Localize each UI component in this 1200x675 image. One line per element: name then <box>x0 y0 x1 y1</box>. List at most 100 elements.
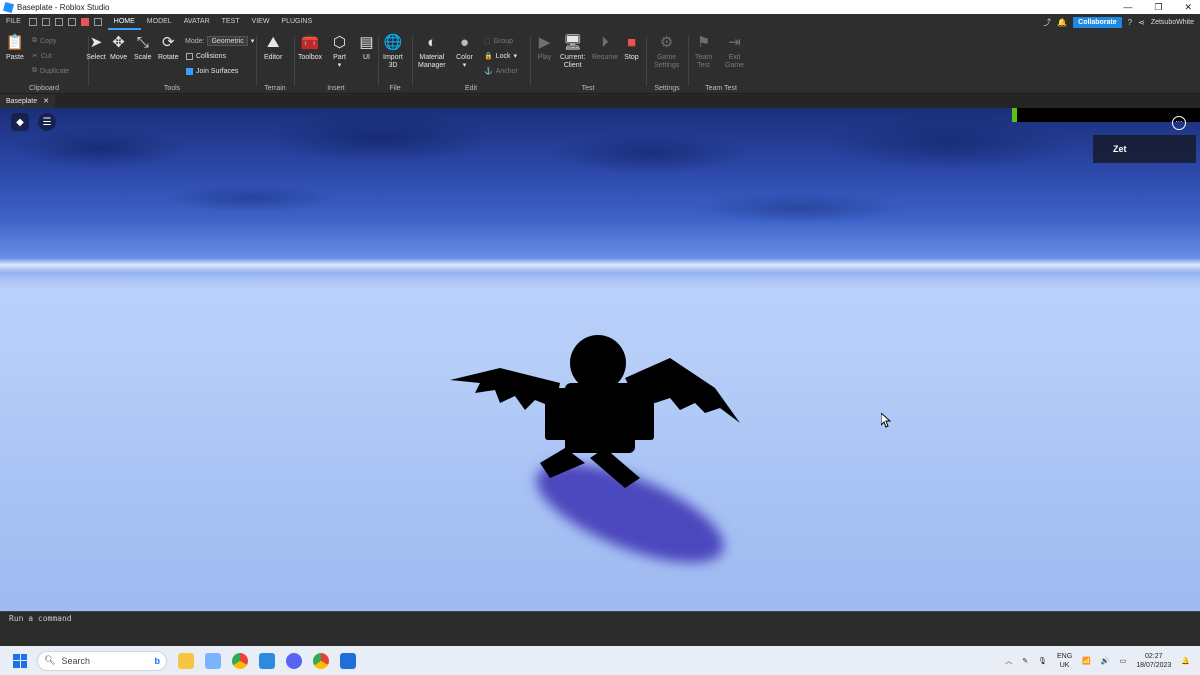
discord-icon[interactable] <box>286 652 302 669</box>
collisions-checkbox[interactable]: Collisions <box>186 53 226 60</box>
document-tab-bar: Baseplate ✕ <box>0 95 1200 108</box>
join-surfaces-checkbox[interactable]: Join Surfaces <box>186 68 238 75</box>
move-button[interactable]: ✥ Move <box>110 34 127 62</box>
resume-icon: ⏵ <box>601 33 609 51</box>
insert-label: Insert <box>327 85 345 92</box>
duplicate-button[interactable]: ⧉ Duplicate <box>32 67 69 75</box>
more-options-icon[interactable]: ⋯ <box>1172 116 1186 130</box>
close-icon[interactable]: ✕ <box>1184 0 1192 14</box>
collaborate-button[interactable]: Collaborate <box>1073 16 1122 28</box>
roblox-studio-taskbar-icon[interactable] <box>259 652 275 669</box>
microphone-icon[interactable]: 🎙 <box>1038 657 1047 665</box>
cut-button[interactable]: ✂ Cut <box>32 52 52 61</box>
settings-label: Settings <box>654 85 680 92</box>
part-button[interactable]: ⬡ Part ▾ <box>331 34 348 70</box>
output-area <box>0 624 1200 646</box>
mode-dropdown[interactable]: Geometric <box>207 36 248 46</box>
share-network-icon[interactable]: ⋖ <box>1138 18 1145 27</box>
clock[interactable]: 02:27 18/07/2023 <box>1136 652 1171 670</box>
ui-button[interactable]: ▤ UI <box>358 34 375 62</box>
help-icon[interactable]: ? <box>1128 18 1132 27</box>
terrain-label: Terrain <box>264 85 286 92</box>
chrome-profile-icon[interactable] <box>313 652 329 669</box>
stop-icon[interactable] <box>80 18 89 26</box>
select-button[interactable]: ➤ Select <box>86 33 105 62</box>
language-indicator[interactable]: ENG UK <box>1057 652 1072 670</box>
volume-icon[interactable]: 🔊 <box>1101 657 1110 665</box>
file-explorer-icon[interactable] <box>178 652 194 669</box>
notification-bell-icon[interactable]: 🔔 <box>1181 657 1190 665</box>
mode-select[interactable]: Mode: Geometric ▾ <box>185 36 254 46</box>
save-icon[interactable] <box>28 18 37 26</box>
test-label: Test <box>581 85 595 92</box>
minimize-icon[interactable]: — <box>1123 0 1132 14</box>
paste-button[interactable]: 📋 Paste <box>6 34 25 62</box>
color-button[interactable]: ● Color ▾ <box>456 34 473 70</box>
wifi-icon[interactable]: 📶 <box>1082 657 1091 665</box>
ui-icon: ▤ <box>359 33 374 51</box>
tab-model[interactable]: MODEL <box>141 14 178 30</box>
rotate-button[interactable]: ⟳ Rotate <box>158 34 179 62</box>
chevron-down-icon: ▾ <box>513 53 518 60</box>
copy-button[interactable]: ⧉ Copy <box>32 37 56 45</box>
tab-baseplate[interactable]: Baseplate ✕ <box>0 95 56 108</box>
windows-start-icon[interactable] <box>13 653 27 668</box>
chevron-down-icon: ▾ <box>462 62 467 69</box>
anchor-button[interactable]: ⚓ Anchor <box>484 67 518 76</box>
player-list-entry[interactable]: Zet <box>1093 135 1196 163</box>
maximize-icon[interactable]: ❐ <box>1154 0 1162 14</box>
new-icon[interactable] <box>41 18 50 26</box>
game-viewport[interactable]: ◆ ☰ ⋯ Zet <box>0 108 1200 611</box>
terrain-icon: ⛰ <box>266 33 280 51</box>
chevron-up-icon[interactable]: ︿ <box>1005 656 1012 666</box>
exit-game-button[interactable]: ⇥ Exit Game <box>725 34 744 70</box>
stop-button[interactable]: ■ Stop <box>623 34 640 62</box>
user-name[interactable]: ZetsuboWhite <box>1151 19 1194 26</box>
avatar-body <box>565 383 635 453</box>
battery-icon[interactable]: ▭ <box>1120 657 1127 665</box>
scale-button[interactable]: ⤡ Scale <box>134 34 152 62</box>
client-monitor-icon: 🖥 <box>563 33 583 51</box>
tab-test[interactable]: TEST <box>216 14 246 30</box>
tab-home[interactable]: HOME <box>107 14 141 30</box>
settings-group: ⚙ Game Settings Settings <box>646 30 688 94</box>
tab-plugins[interactable]: PLUGINS <box>275 14 318 30</box>
share-icon[interactable]: ⤴ <box>1043 17 1051 28</box>
tab-view[interactable]: VIEW <box>246 14 276 30</box>
notification-icon[interactable]: 🔔 <box>1057 18 1067 27</box>
snipping-tool-icon[interactable] <box>205 652 221 669</box>
command-bar[interactable]: Run a command <box>0 611 1200 624</box>
team-test-button[interactable]: ⚑ Team Test <box>695 34 712 70</box>
chat-icon[interactable]: ☰ <box>38 113 56 131</box>
play-icon[interactable] <box>67 18 76 26</box>
game-settings-button[interactable]: ⚙ Game Settings <box>654 34 679 70</box>
redo-icon[interactable] <box>54 18 63 26</box>
taskbar-search[interactable]: 🔍︎ Search b <box>37 650 167 671</box>
lock-button[interactable]: 🔒 Lock ▾ <box>484 52 518 61</box>
quick-access-toolbar <box>28 18 102 26</box>
group-button[interactable]: ⬚ Group <box>484 37 513 46</box>
chrome-icon[interactable] <box>232 652 248 669</box>
menu-file[interactable]: FILE <box>0 14 27 30</box>
toolbox-button[interactable]: 🧰 Toolbox <box>298 34 322 62</box>
stop-square-icon: ■ <box>626 33 637 51</box>
cursor-arrow-icon: ➤ <box>89 33 103 51</box>
close-tab-icon[interactable]: ✕ <box>43 95 49 108</box>
team-test-icon: ⚑ <box>696 33 711 51</box>
tab-avatar[interactable]: AVATAR <box>178 14 216 30</box>
current-client-button[interactable]: 🖥 Current: Client <box>560 34 585 70</box>
resume-button[interactable]: ⏵ Resume <box>592 34 618 62</box>
avatar-right-leg <box>590 448 640 488</box>
photos-icon[interactable] <box>340 652 356 669</box>
horizon-glow <box>0 258 1200 272</box>
pen-icon[interactable]: ✎ <box>1022 657 1028 665</box>
avatar-head <box>570 335 626 391</box>
material-manager-button[interactable]: ◐ Material Manager <box>418 34 446 70</box>
import-3d-button[interactable]: 🌐 Import 3D <box>383 34 403 70</box>
play-button[interactable]: ▶ Play <box>536 34 553 62</box>
edit-group: ◐ Material Manager ● Color ▾ ⬚ Group 🔒 Loc… <box>412 30 530 94</box>
undo-icon[interactable] <box>93 18 102 26</box>
scale-icon: ⤡ <box>136 33 149 51</box>
terrain-editor-button[interactable]: ⛰ Editor <box>264 34 282 62</box>
roblox-menu-icon[interactable]: ◆ <box>11 113 29 131</box>
